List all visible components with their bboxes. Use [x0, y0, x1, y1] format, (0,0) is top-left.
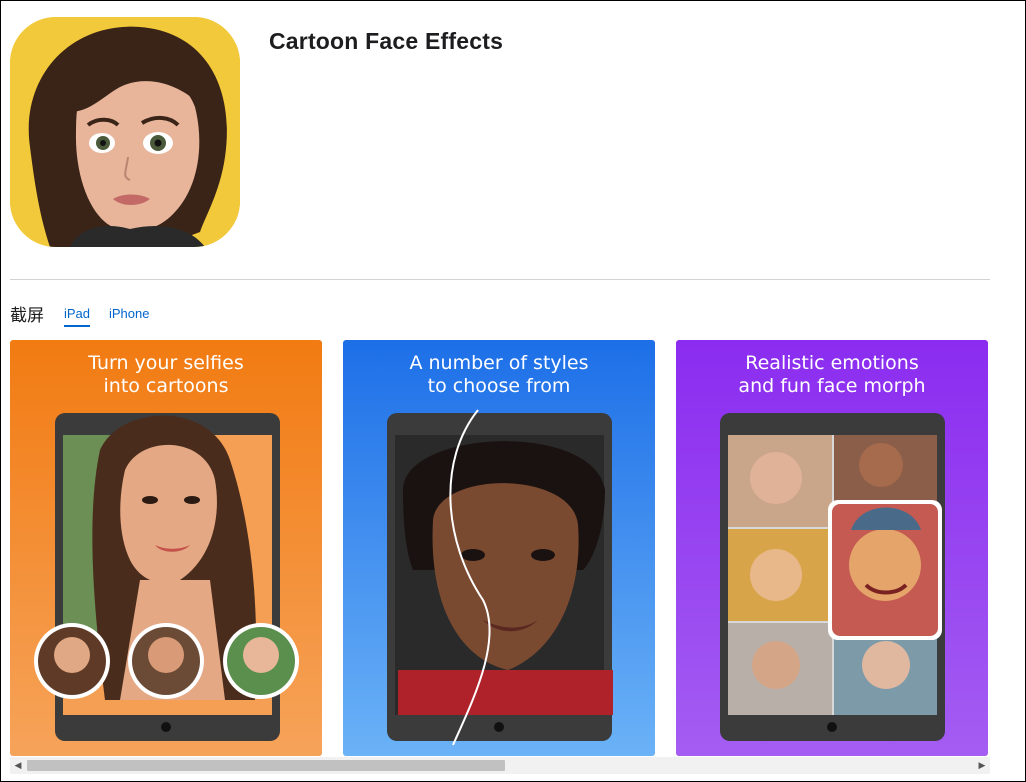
scroll-right-icon[interactable]: ▶ — [977, 760, 987, 771]
section-divider — [10, 279, 990, 280]
tab-iphone[interactable]: iPhone — [109, 306, 149, 325]
tab-ipad[interactable]: iPad — [64, 306, 91, 327]
app-title: Cartoon Face Effects — [269, 28, 504, 54]
tablet-styles-portrait-image — [387, 409, 613, 746]
app-icon — [10, 17, 240, 247]
screenshot-card[interactable]: A number of styles to choose from — [343, 340, 655, 756]
scroll-left-icon[interactable]: ◀ — [13, 760, 23, 771]
tablet-cartoon-portrait-image — [34, 413, 299, 741]
screenshot-card[interactable]: Realistic emotions and fun face morph — [676, 340, 988, 756]
horizontal-scrollbar[interactable]: ◀ ▶ — [10, 757, 990, 774]
screenshots-heading: 截屏 — [10, 306, 44, 326]
screenshot-caption: A number of styles to choose from — [409, 352, 589, 397]
screenshot-card[interactable]: Turn your selfies into cartoons — [10, 340, 322, 756]
cartoon-girl-icon — [10, 17, 240, 247]
tablet-face-morph-collage-image — [720, 413, 945, 741]
screenshot-caption: Realistic emotions and fun face morph — [738, 352, 926, 397]
scrollbar-thumb[interactable] — [27, 760, 505, 771]
screenshot-caption: Turn your selfies into cartoons — [88, 352, 244, 397]
